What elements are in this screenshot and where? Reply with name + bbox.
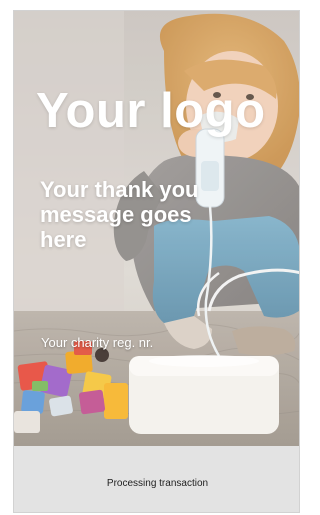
background-photo: Your logo Your thank you message goes he… — [14, 11, 299, 446]
thank-you-message: Your thank you message goes here — [40, 177, 199, 252]
status-bar: Processing transaction — [14, 446, 299, 512]
processing-status: Processing transaction — [106, 478, 209, 489]
logo-placeholder: Your logo — [36, 84, 266, 138]
charity-registration: Your charity reg. nr. — [41, 335, 154, 350]
donation-screen: Your logo Your thank you message goes he… — [13, 10, 300, 513]
